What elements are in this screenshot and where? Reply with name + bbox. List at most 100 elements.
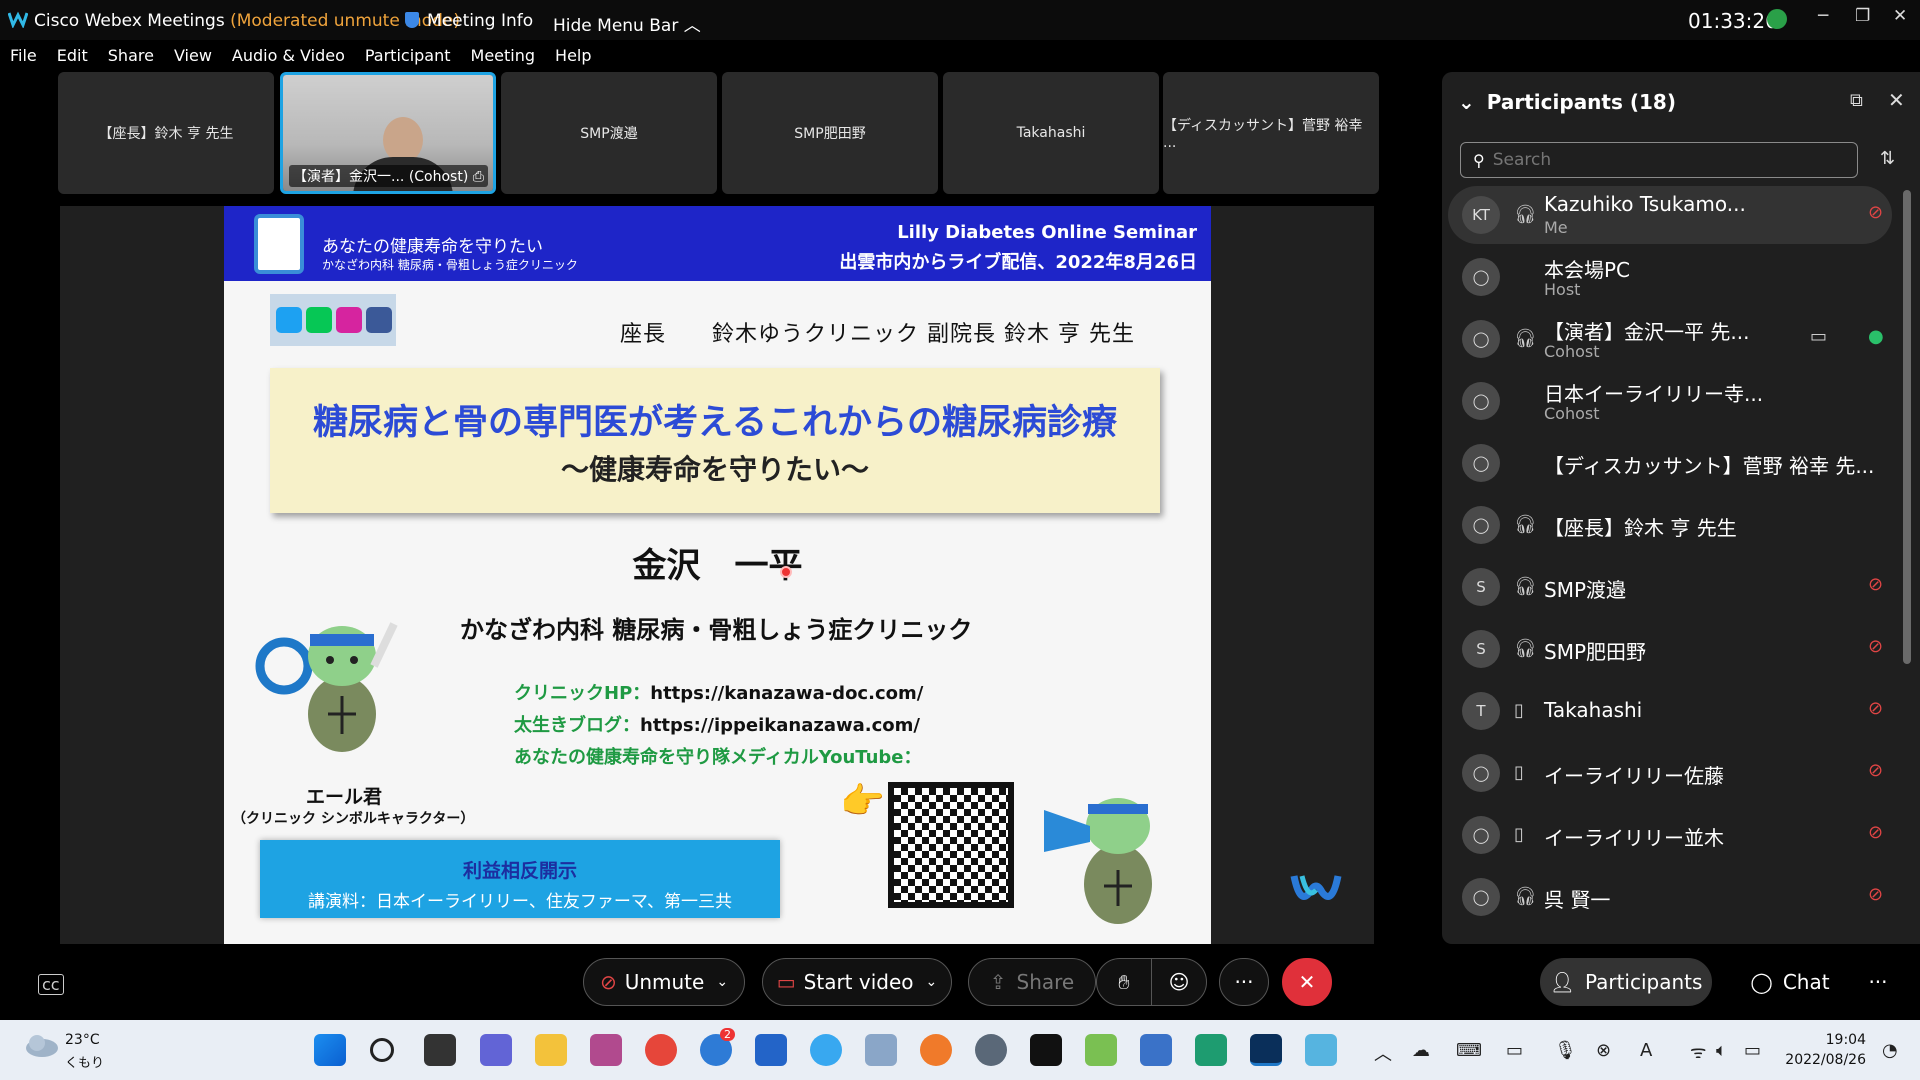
menu-participant[interactable]: Participant — [355, 43, 461, 69]
leave-meeting-button[interactable]: ✕ — [1282, 958, 1332, 1006]
mail-icon[interactable]: 2 — [700, 1028, 735, 1066]
reactions-button[interactable]: ☺ — [1151, 958, 1207, 1006]
settings-icon[interactable] — [975, 1034, 1007, 1066]
mic-muted-icon[interactable]: ⊘ — [1868, 202, 1883, 223]
menu-view[interactable]: View — [164, 43, 222, 69]
menu-file[interactable]: File — [0, 43, 47, 69]
search-input[interactable] — [1492, 150, 1833, 170]
meeting-info-button[interactable]: Meeting Info — [405, 11, 533, 31]
mic-muted-icon[interactable]: ⊘ — [1868, 698, 1883, 719]
notepad-icon[interactable] — [1140, 1034, 1172, 1066]
mic-muted-icon[interactable]: ⊘ — [1868, 760, 1883, 781]
notification-badge: 2 — [720, 1028, 735, 1041]
participant-row[interactable]: ◯ ▯ イーライリリー並木 ⊘ — [1448, 806, 1892, 864]
close-circle-icon[interactable]: ⊗ — [1596, 1040, 1611, 1061]
mic-muted-icon[interactable]: ⊘ — [1868, 574, 1883, 595]
video-thumbnail[interactable]: SMP渡邉 — [501, 72, 717, 194]
menu-meeting[interactable]: Meeting — [461, 43, 546, 69]
app-shield-icon[interactable] — [1195, 1034, 1227, 1066]
notifications-icon[interactable]: ◔ — [1882, 1040, 1898, 1061]
video-thumbnail[interactable]: Takahashi — [943, 72, 1159, 194]
edge-icon[interactable] — [810, 1034, 842, 1066]
video-thumbnail[interactable]: SMP肥田野 — [722, 72, 938, 194]
app-a-icon[interactable]: A — [1640, 1040, 1652, 1061]
keyboard-icon[interactable]: ⌨ — [1456, 1040, 1482, 1061]
menu-edit[interactable]: Edit — [47, 43, 98, 69]
close-button[interactable]: ✕ — [1893, 6, 1907, 26]
closed-captions-icon[interactable]: cc — [38, 974, 64, 995]
overflow-menu-button[interactable]: ··· — [1856, 958, 1900, 1006]
chevron-up-icon[interactable]: ︿ — [1374, 1040, 1392, 1066]
participant-row[interactable]: ◯ 🎧︎ 【座長】鈴木 亨 先生 — [1448, 496, 1892, 554]
menu-help[interactable]: Help — [545, 43, 601, 69]
hide-menu-bar-button[interactable]: Hide Menu Bar ︿ — [553, 11, 701, 36]
scrollbar[interactable] — [1903, 190, 1911, 664]
taskbar-date[interactable]: 2022/08/26 — [1766, 1052, 1866, 1068]
chevron-down-icon[interactable]: ⌄ — [716, 974, 728, 990]
microphone-icon[interactable]: 🎙︎ — [1554, 1040, 1577, 1061]
app-globe-icon[interactable] — [1305, 1034, 1337, 1066]
minimize-button[interactable]: ─ — [1818, 6, 1828, 26]
video-camera-icon[interactable]: ▭ — [1810, 326, 1827, 347]
sort-icon[interactable]: ⇅ — [1880, 148, 1895, 169]
network-health-icon[interactable] — [1767, 9, 1787, 29]
more-options-button[interactable]: ··· — [1219, 958, 1269, 1006]
taskbar-time[interactable]: 19:04 — [1796, 1032, 1866, 1048]
store-icon[interactable] — [755, 1034, 787, 1066]
popout-icon[interactable]: ⧉ — [1850, 90, 1863, 111]
chat-button[interactable]: ◯ Chat — [1732, 958, 1848, 1006]
mic-on-icon[interactable]: ● — [1868, 326, 1884, 347]
task-view-icon[interactable] — [424, 1034, 456, 1066]
video-thumbnail-active-speaker[interactable]: 【演者】金沢一... (Cohost) ⎙ — [280, 72, 496, 194]
start-video-button[interactable]: ▭ Start video ⌄ — [762, 958, 952, 1006]
display-icon[interactable]: ▭ — [1506, 1040, 1523, 1061]
tiktok-icon[interactable] — [1030, 1034, 1062, 1066]
qr-code — [888, 782, 1014, 908]
mic-muted-icon[interactable]: ⊘ — [1868, 884, 1883, 905]
start-icon[interactable] — [314, 1034, 346, 1066]
raise-hand-button[interactable]: ✋︎ — [1096, 958, 1152, 1006]
chevron-down-icon[interactable]: ⌄ — [926, 974, 938, 990]
chrome-icon[interactable] — [645, 1034, 677, 1066]
mic-muted-icon[interactable]: ⊘ — [1868, 822, 1883, 843]
slide-banner: あなたの健康寿命を守りたい かなざわ内科 糖尿病・骨粗しょう症クリニック Lil… — [224, 206, 1211, 281]
participant-row[interactable]: ◯ 🎧︎ 呉 賢一 ⊘ — [1448, 868, 1892, 926]
file-explorer-icon[interactable] — [535, 1034, 567, 1066]
participant-row[interactable]: ◯ 日本イーライリリー寺... Cohost — [1448, 372, 1892, 430]
menu-share[interactable]: Share — [98, 43, 164, 69]
video-thumbnail[interactable]: 【座長】鈴木 亨 先生 — [58, 72, 274, 194]
cloud-icon[interactable] — [22, 1030, 62, 1060]
share-button[interactable]: ⇪ Share — [968, 958, 1096, 1006]
participant-row[interactable]: S 🎧︎ SMP渡邉 ⊘ — [1448, 558, 1892, 616]
participant-row[interactable]: ◯ 🎧︎ 【演者】金沢一平 先... Cohost ▭ ● — [1448, 310, 1892, 368]
participant-row[interactable]: T ▯ Takahashi ⊘ — [1448, 682, 1892, 740]
teams-icon[interactable] — [480, 1034, 512, 1066]
app-image-icon[interactable] — [1085, 1034, 1117, 1066]
restore-button[interactable]: ❐ — [1855, 6, 1870, 26]
unmute-button[interactable]: ⊘ Unmute ⌄ — [583, 958, 745, 1006]
participant-row[interactable]: ◯ ▯ イーライリリー佐藤 ⊘ — [1448, 744, 1892, 802]
photos-icon[interactable] — [865, 1034, 897, 1066]
participant-row[interactable]: S 🎧︎ SMP肥田野 ⊘ — [1448, 620, 1892, 678]
search-box[interactable]: ⚲ — [1460, 142, 1858, 178]
mic-muted-icon[interactable]: ⊘ — [1868, 636, 1883, 657]
onedrive-icon[interactable]: ☁ — [1412, 1040, 1430, 1061]
panel-header[interactable]: ⌄ Participants (18) — [1458, 90, 1676, 114]
participants-button[interactable]: 👤︎ Participants — [1540, 958, 1712, 1006]
firefox-icon[interactable] — [920, 1034, 952, 1066]
wifi-icon[interactable]: ᯤ — [1690, 1040, 1706, 1064]
search-icon[interactable] — [370, 1038, 394, 1062]
participant-row[interactable]: ◯ 【ディスカッサント】菅野 裕幸 先... — [1448, 434, 1892, 492]
mascot-name: エール君 — [306, 786, 383, 808]
battery-icon[interactable]: ▭ — [1744, 1040, 1761, 1061]
app-hb-icon[interactable] — [590, 1034, 622, 1066]
video-thumbnail[interactable]: 【ディスカッサント】菅野 裕幸 ... — [1163, 72, 1379, 194]
volume-icon[interactable]: 🔈︎ — [1716, 1040, 1727, 1061]
menu-audio-video[interactable]: Audio & Video — [222, 43, 355, 69]
chevron-down-icon[interactable]: ⌄ — [1458, 90, 1475, 114]
participant-row[interactable]: KT 🎧︎ Kazuhiko Tsukamo... Me ⊘ — [1448, 186, 1892, 244]
participant-row[interactable]: ◯ 本会場PC Host — [1448, 248, 1892, 306]
close-icon[interactable]: ✕ — [1888, 88, 1905, 112]
webex-taskbar-icon[interactable] — [1250, 1034, 1282, 1066]
title-box: 糖尿病と骨の専門医が考えるこれからの糖尿病診療 ～健康寿命を守りたい～ — [270, 368, 1160, 513]
